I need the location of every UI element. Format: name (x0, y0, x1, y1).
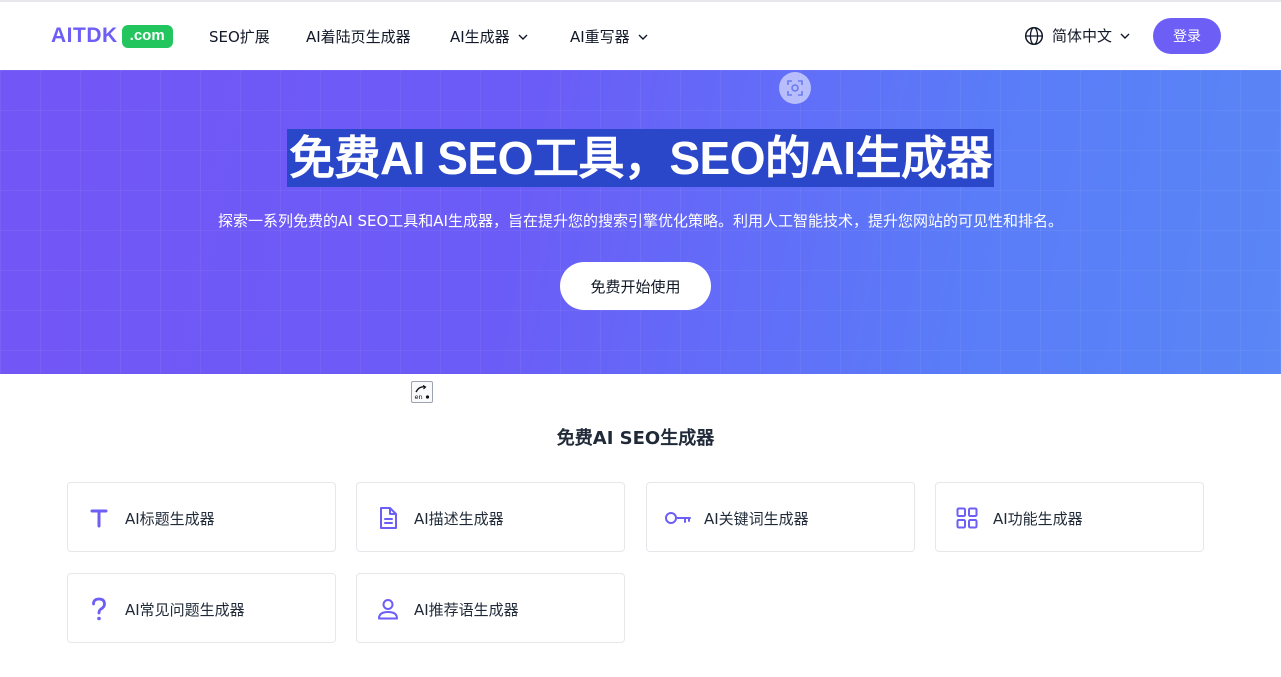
hero-title: 免费AI SEO工具，SEO的AI生成器 (286, 129, 995, 187)
globe-icon (1024, 26, 1044, 45)
language-selector[interactable]: 简体中文 (1024, 25, 1130, 46)
language-label: 简体中文 (1052, 27, 1113, 45)
card-label: AI描述生成器 (414, 510, 504, 528)
translate-glyph: en (415, 384, 430, 401)
question-icon (87, 597, 111, 621)
chevron-down-icon (638, 34, 648, 40)
site-header: AITDK .com SEO扩展 AI着陆页生成器 AI生成器 AI重写器 简体… (0, 2, 1281, 70)
logo-text: AITDK (51, 24, 118, 47)
logo[interactable]: AITDK .com (51, 24, 173, 48)
nav-label: AI生成器 (450, 28, 510, 46)
card-label: AI关键词生成器 (704, 510, 809, 528)
nav-label: AI重写器 (570, 28, 630, 46)
card-label: AI常见问题生成器 (125, 601, 245, 619)
scan-icon (787, 80, 803, 96)
section-title: 免费AI SEO生成器 (556, 428, 715, 449)
nav-ai-generators[interactable]: AI生成器 (450, 26, 528, 47)
user-icon (376, 597, 400, 621)
svg-text:en: en (415, 393, 423, 401)
login-button[interactable]: 登录 (1153, 18, 1221, 54)
nav-ai-rewriters[interactable]: AI重写器 (570, 26, 648, 47)
card-keyword-generator[interactable]: AI关键词生成器 (646, 482, 915, 552)
hero-banner: 免费AI SEO工具，SEO的AI生成器 探索一系列免费的AI SEO工具和AI… (0, 70, 1281, 374)
grid-icon (955, 506, 979, 530)
chevron-down-icon (518, 34, 528, 40)
hero-subtitle: 探索一系列免费的AI SEO工具和AI生成器，旨在提升您的搜索引擎优化策略。利用… (218, 212, 1063, 230)
nav-label: AI着陆页生成器 (306, 28, 411, 46)
get-started-button[interactable]: 免费开始使用 (560, 262, 711, 310)
screenshot-lens-button[interactable] (779, 72, 811, 104)
hero-title-wrap: 免费AI SEO工具，SEO的AI生成器 (0, 129, 1281, 187)
key-icon (664, 506, 692, 530)
nav-seo-extension[interactable]: SEO扩展 (209, 26, 270, 47)
card-feature-generator[interactable]: AI功能生成器 (935, 482, 1204, 552)
title-t-icon (87, 506, 111, 530)
card-label: AI推荐语生成器 (414, 601, 519, 619)
logo-badge: .com (121, 24, 173, 48)
card-label: AI功能生成器 (993, 510, 1083, 528)
card-faq-generator[interactable]: AI常见问题生成器 (67, 573, 336, 643)
nav-label: SEO扩展 (209, 28, 270, 46)
card-testimonial-generator[interactable]: AI推荐语生成器 (356, 573, 625, 643)
document-icon (376, 506, 400, 530)
chevron-down-icon (1120, 33, 1130, 39)
card-label: AI标题生成器 (125, 510, 215, 528)
nav-landing-page-generator[interactable]: AI着陆页生成器 (306, 26, 411, 47)
card-description-generator[interactable]: AI描述生成器 (356, 482, 625, 552)
card-title-generator[interactable]: AI标题生成器 (67, 482, 336, 552)
translate-icon[interactable]: en (411, 381, 433, 403)
